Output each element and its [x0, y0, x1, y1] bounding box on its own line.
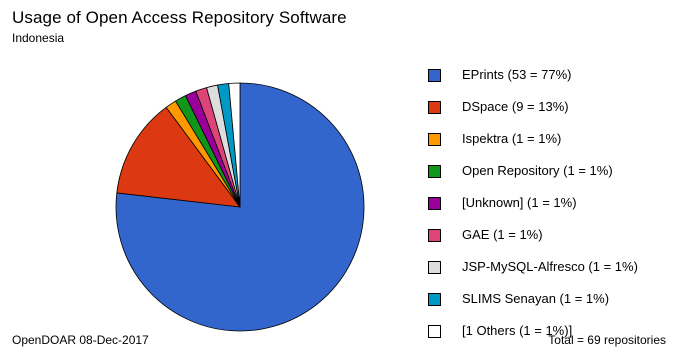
legend-swatch: [428, 133, 441, 146]
source-note: OpenDOAR 08-Dec-2017: [12, 333, 149, 347]
legend-swatch: [428, 101, 441, 114]
legend-label: EPrints (53 = 77%): [462, 67, 572, 82]
legend-label: GAE (1 = 1%): [462, 227, 543, 242]
legend-label: SLIMS Senayan (1 = 1%): [462, 291, 610, 306]
legend-swatch: [428, 197, 441, 210]
legend-label: JSP-MySQL-Alfresco (1 = 1%): [462, 259, 638, 274]
legend-label: DSpace (9 = 13%): [462, 99, 569, 114]
legend-label: [Unknown] (1 = 1%): [462, 195, 577, 210]
legend-swatch: [428, 261, 441, 274]
legend-swatch: [428, 293, 441, 306]
legend-swatch: [428, 229, 441, 242]
legend-swatch: [428, 165, 441, 178]
legend-swatch: [428, 69, 441, 82]
total-note: Total = 69 repositories: [548, 333, 666, 347]
legend-label: Ispektra (1 = 1%): [462, 131, 562, 146]
legend-label: Open Repository (1 = 1%): [462, 163, 613, 178]
legend-swatch: [428, 325, 441, 338]
